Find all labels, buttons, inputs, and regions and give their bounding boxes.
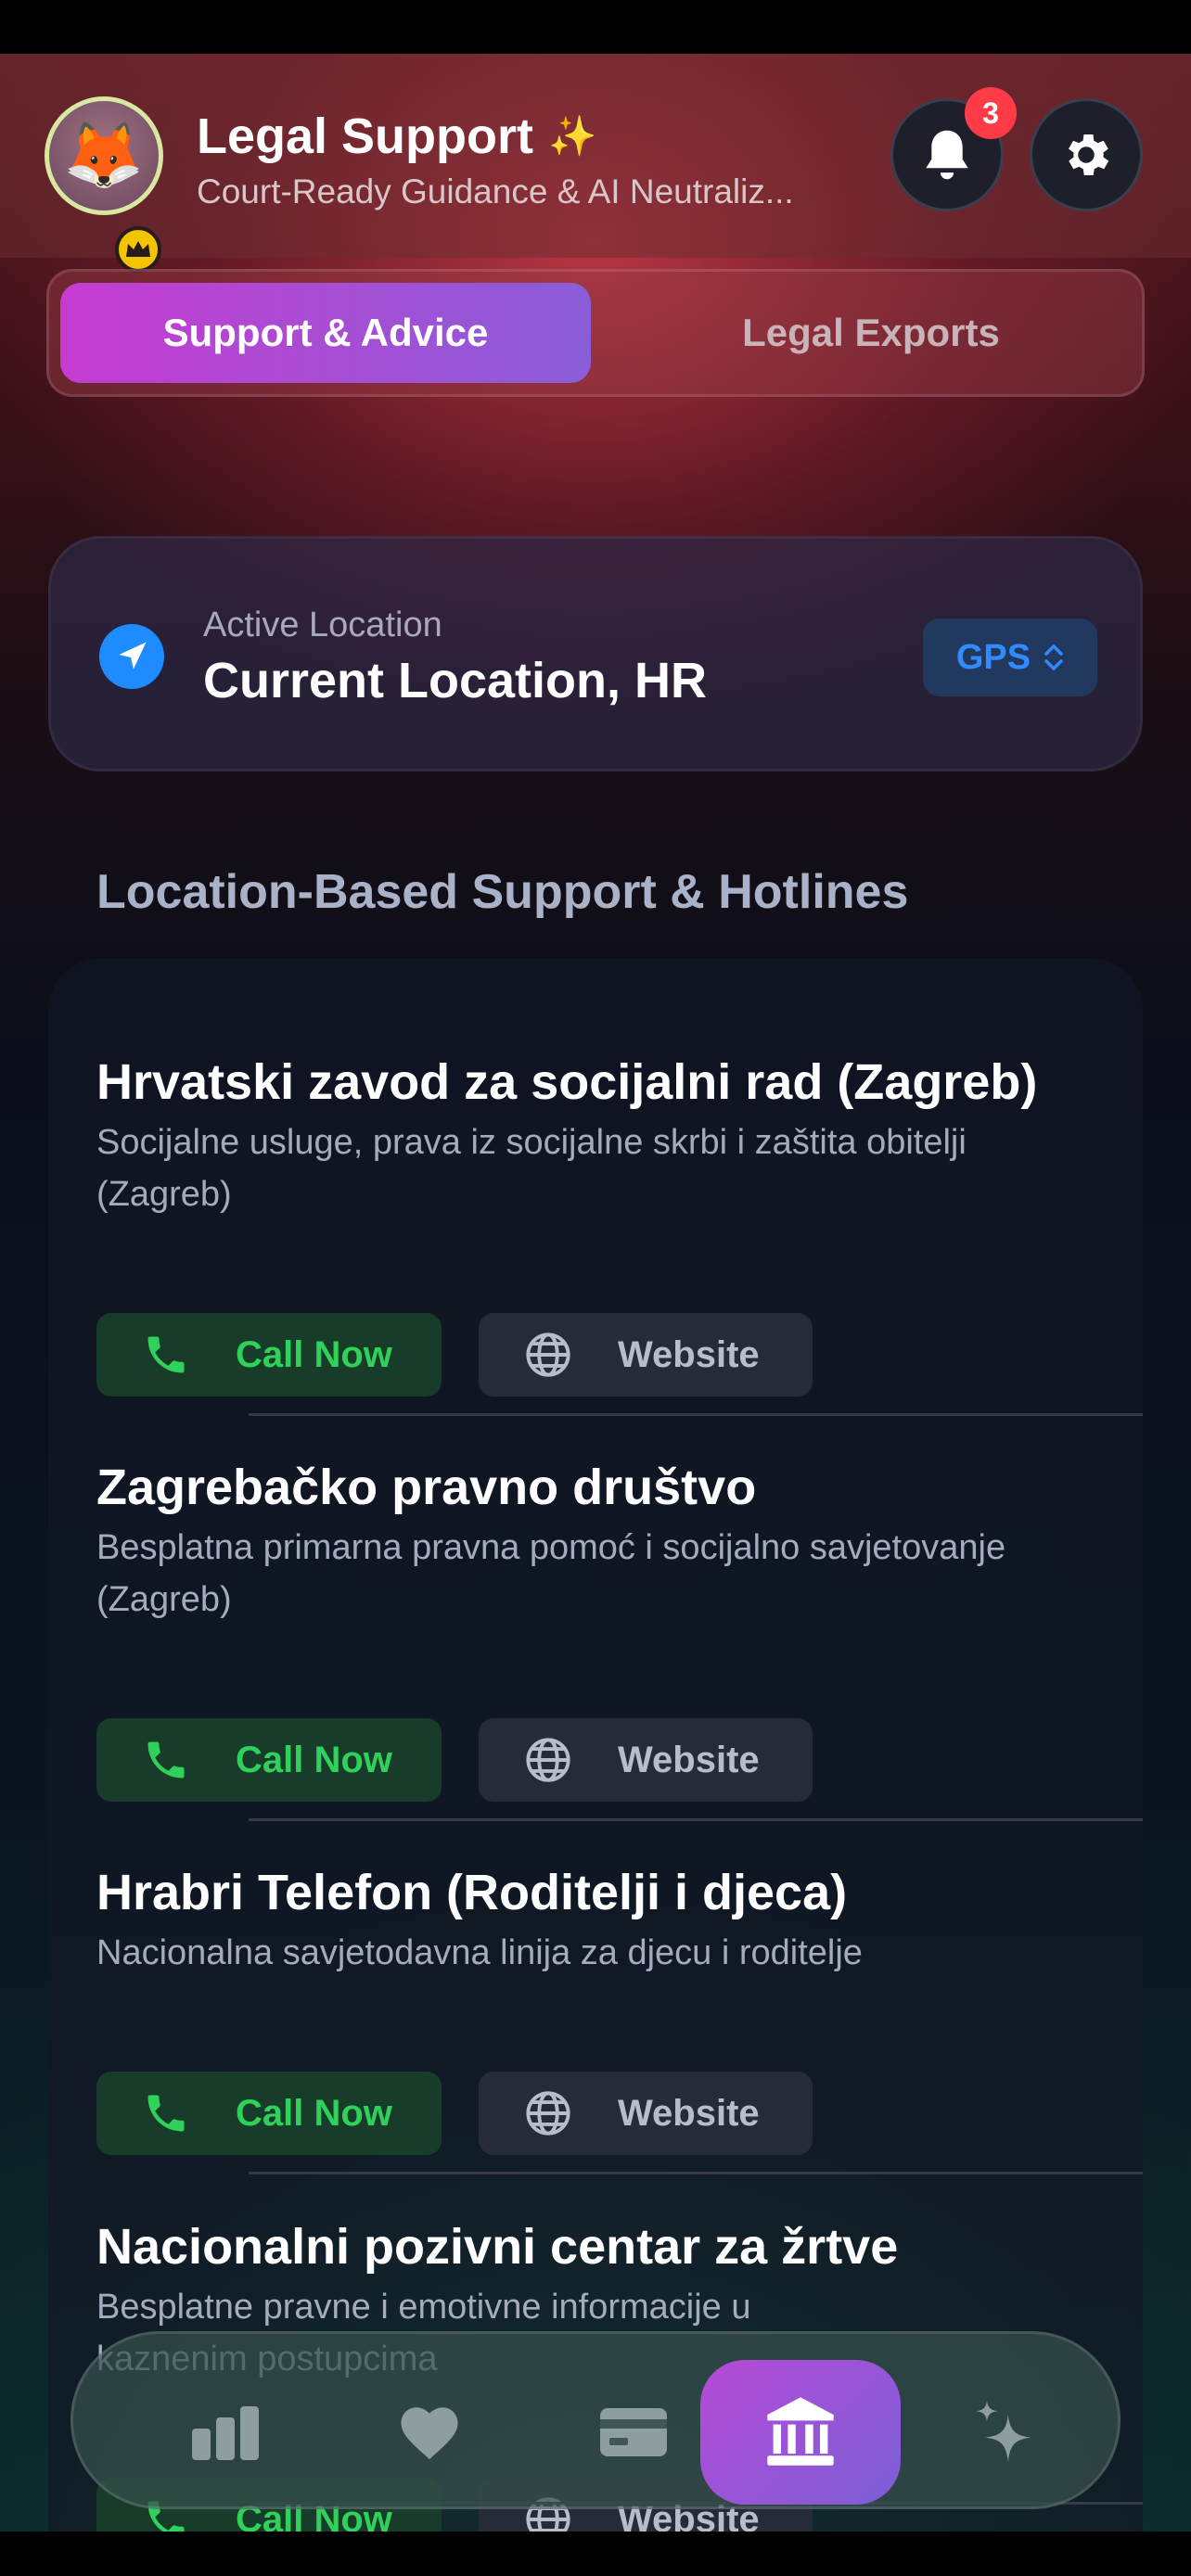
website-button[interactable]: Website bbox=[479, 2072, 813, 2155]
entry-title: Nacionalni pozivni centar za žrtve bbox=[96, 2219, 899, 2275]
entry-description: Socijalne usluge, prava iz socijalne skr… bbox=[96, 1123, 967, 1214]
app-screen: 🦊 Legal Support ✨ Court-Ready Guidance &… bbox=[0, 54, 1191, 2531]
gps-selector-button[interactable]: GPS bbox=[923, 618, 1097, 696]
entry-title: Zagrebačko pravno društvo bbox=[96, 1460, 757, 1515]
bar-chart-icon bbox=[192, 2406, 259, 2460]
website-label: Website bbox=[618, 1333, 760, 1375]
globe-icon bbox=[526, 1333, 570, 1377]
avatar[interactable]: 🦊 bbox=[45, 96, 163, 215]
nav-item-legal[interactable] bbox=[700, 2360, 901, 2505]
crown-icon bbox=[115, 226, 161, 273]
gps-label: GPS bbox=[955, 637, 1031, 677]
courthouse-icon bbox=[767, 2397, 834, 2466]
phone-icon bbox=[147, 1741, 185, 1779]
entry-title: Hrvatski zavod za socijalni rad (Zagreb) bbox=[96, 1054, 1038, 1110]
phone-icon bbox=[147, 2095, 185, 2132]
list-item: Hrabri Telefon (Roditelji i djeca) Nacio… bbox=[96, 1862, 1098, 2155]
call-now-button[interactable]: Call Now bbox=[96, 2072, 442, 2155]
nav-item-wellbeing[interactable] bbox=[329, 2360, 530, 2505]
gear-icon bbox=[1069, 134, 1109, 175]
card-icon bbox=[600, 2408, 667, 2456]
status-bar-area bbox=[0, 0, 1191, 54]
hotlines-list: Hrvatski zavod za socijalni rad (Zagreb)… bbox=[48, 959, 1143, 2531]
bell-icon bbox=[926, 130, 968, 180]
settings-button[interactable] bbox=[1030, 98, 1143, 211]
globe-icon bbox=[526, 2091, 570, 2136]
call-now-button[interactable]: Call Now bbox=[96, 1313, 442, 1396]
active-location-card: Active Location Current Location, HR GPS bbox=[48, 536, 1143, 772]
call-now-label: Call Now bbox=[236, 1739, 392, 1780]
divider bbox=[249, 2172, 1143, 2174]
location-arrow-icon bbox=[99, 624, 164, 689]
nav-item-stats[interactable] bbox=[125, 2360, 326, 2505]
globe-icon bbox=[526, 1738, 570, 1782]
home-indicator-area bbox=[0, 2531, 1191, 2576]
call-now-label: Call Now bbox=[236, 2092, 392, 2134]
website-label: Website bbox=[618, 2092, 760, 2134]
location-value: Current Location, HR bbox=[203, 653, 708, 708]
phone-icon bbox=[147, 1336, 185, 1373]
call-now-button[interactable]: Call Now bbox=[96, 1718, 442, 1802]
page-subtitle: Court-Ready Guidance & AI Neutraliz... bbox=[197, 172, 794, 210]
notification-badge: 3 bbox=[965, 87, 1017, 139]
fox-avatar-icon: 🦊 bbox=[63, 119, 145, 191]
header: 🦊 Legal Support ✨ Court-Ready Guidance &… bbox=[0, 54, 1191, 273]
entry-title: Hrabri Telefon (Roditelji i djeca) bbox=[96, 1865, 848, 1920]
heart-icon bbox=[401, 2407, 458, 2460]
website-button[interactable]: Website bbox=[479, 1718, 813, 1802]
list-item: Zagrebačko pravno društvo Besplatna prim… bbox=[96, 1457, 1098, 1802]
sparkle-icon: ✨ bbox=[548, 113, 597, 158]
chevron-up-down-icon bbox=[1044, 644, 1063, 670]
website-button[interactable]: Website bbox=[479, 1313, 813, 1396]
call-now-label: Call Now bbox=[236, 1333, 392, 1375]
list-item: Hrvatski zavod za socijalni rad (Zagreb)… bbox=[96, 1052, 1098, 1396]
location-label: Active Location bbox=[203, 606, 442, 644]
entry-description: Besplatna primarna pravna pomoć i socija… bbox=[96, 1528, 1006, 1619]
segmented-tabs: Support & Advice Legal Exports bbox=[46, 269, 1145, 397]
section-title: Location-Based Support & Hotlines bbox=[96, 865, 909, 919]
entry-description: Nacionalna savjetodavna linija za djecu … bbox=[96, 1933, 863, 1972]
page-title: Legal Support bbox=[197, 108, 533, 164]
divider bbox=[249, 1818, 1143, 1821]
tab-support-advice[interactable]: Support & Advice bbox=[60, 283, 591, 383]
bottom-tab-bar bbox=[70, 2331, 1121, 2509]
website-label: Website bbox=[618, 1739, 760, 1780]
nav-item-ai[interactable] bbox=[904, 2360, 1105, 2505]
sparkles-icon bbox=[976, 2400, 1031, 2463]
tab-legal-exports[interactable]: Legal Exports bbox=[606, 283, 1136, 383]
divider bbox=[249, 1413, 1143, 1416]
